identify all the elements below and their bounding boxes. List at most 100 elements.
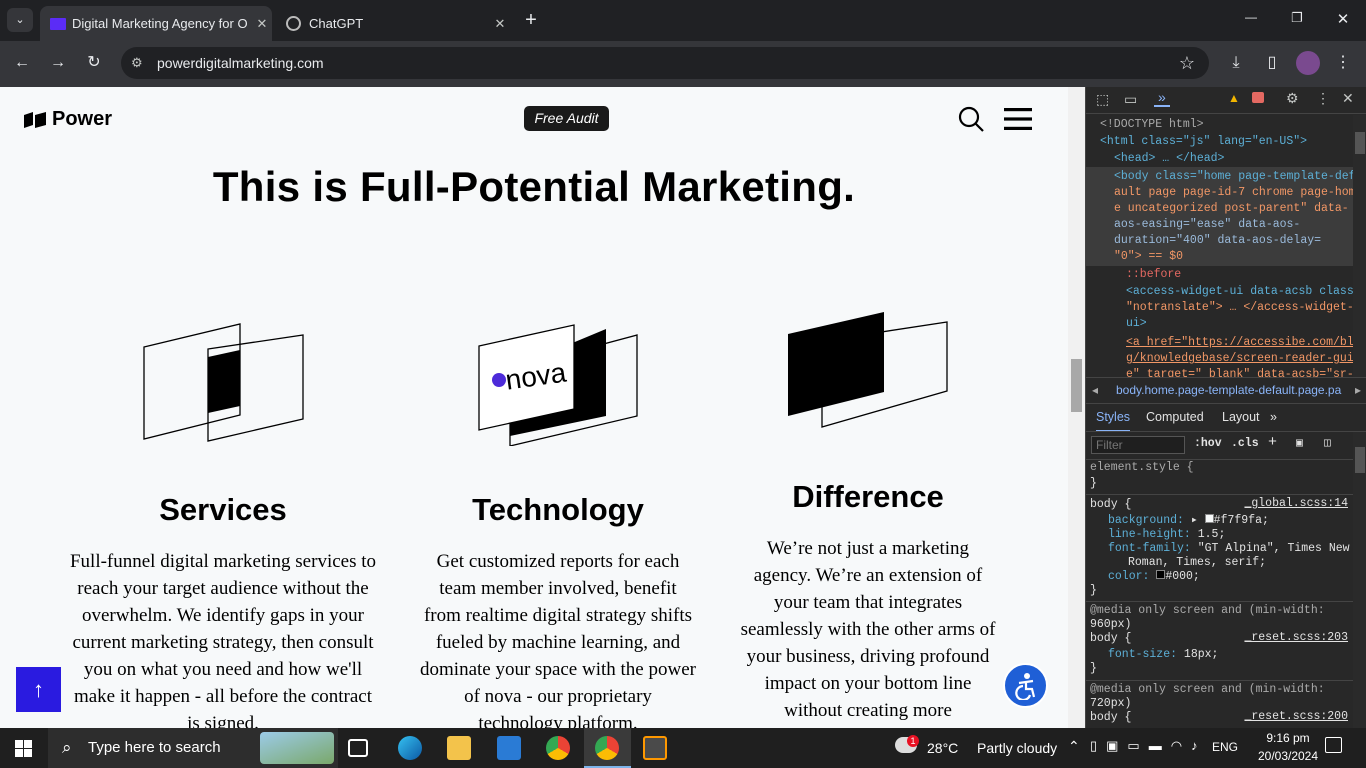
tab-power[interactable]: Digital Marketing Agency for O ✕ <box>40 6 272 41</box>
error-icon[interactable] <box>1252 92 1264 103</box>
windows-taskbar: ⌕ Type here to search 1 28°C Partly clou… <box>0 728 1366 768</box>
taskbar-search-input[interactable]: ⌕ Type here to search <box>48 728 338 768</box>
styles-filter-input[interactable] <box>1091 436 1185 454</box>
mail-icon[interactable] <box>497 736 521 760</box>
dom-head[interactable]: <head> … </head> <box>1114 151 1224 168</box>
menu-kebab-icon[interactable]: ⋮ <box>1331 51 1355 75</box>
css-rule-selector[interactable]: body { <box>1090 497 1131 514</box>
dom-a-line: e" target="_blank" data-acsb="sr-t <box>1126 368 1361 377</box>
maximize-button[interactable]: ❐ <box>1286 10 1308 26</box>
close-window-button[interactable]: ✕ <box>1332 10 1354 28</box>
clock-date[interactable]: 20/03/2024 <box>1249 749 1327 763</box>
download-icon[interactable]: ⤓ <box>1224 51 1248 75</box>
file-explorer-icon[interactable] <box>447 736 471 760</box>
dom-scrollbar[interactable] <box>1353 115 1366 377</box>
css-rule-selector[interactable]: body { <box>1090 710 1131 727</box>
reload-button[interactable]: ↻ <box>82 51 106 75</box>
page-scrollbar-thumb[interactable] <box>1071 359 1082 412</box>
cls-toggle[interactable]: .cls <box>1231 437 1259 450</box>
clock-time[interactable]: 9:16 pm <box>1255 731 1321 745</box>
tab-chatgpt[interactable]: ChatGPT ✕ <box>278 6 510 41</box>
sublime-text-icon[interactable] <box>643 736 667 760</box>
forward-button[interactable]: → <box>46 51 70 75</box>
chevron-left-icon[interactable]: ◂ <box>1092 379 1098 401</box>
difference-illustration <box>788 312 948 428</box>
chrome-profile-icon <box>595 736 619 760</box>
scroll-to-top-button[interactable]: ↑ <box>16 667 61 712</box>
dom-a-line[interactable]: <a href="https://accessibe.com/blo <box>1126 335 1361 352</box>
dom-body-line: "0"> == $0 <box>1114 250 1184 263</box>
css-source-link[interactable]: _global.scss:14 <box>1244 497 1348 510</box>
chatgpt-icon <box>286 16 301 31</box>
side-panel-icon[interactable]: ▯ <box>1260 51 1284 75</box>
sidebar-toggle-icon[interactable]: ◫ <box>1324 435 1331 450</box>
task-view-icon[interactable] <box>348 739 368 757</box>
difference-text: We’re not just a marketing agency. We’re… <box>740 538 996 721</box>
power-favicon-icon <box>50 17 66 30</box>
devtools-close-icon[interactable]: ✕ <box>1342 90 1354 107</box>
tray-icons[interactable]: ▯▣▭▬◠♪ <box>1090 738 1207 754</box>
paint-icon[interactable]: ▣ <box>1296 435 1303 450</box>
back-button[interactable]: ← <box>10 51 34 75</box>
close-icon[interactable]: ✕ <box>252 16 272 32</box>
minimize-button[interactable]: — <box>1240 10 1262 24</box>
address-bar[interactable]: ⚙ powerdigitalmarketing.com ☆ <box>121 47 1209 79</box>
web-page: Power Free Audit This is Full-Potential … <box>0 87 1085 728</box>
tab-search-button[interactable]: ⌄ <box>7 8 33 32</box>
css-rule-selector[interactable]: element.style { <box>1090 460 1194 477</box>
device-toggle-icon[interactable]: ▭ <box>1124 91 1137 108</box>
close-icon[interactable]: ✕ <box>490 16 510 32</box>
weather-badge: 1 <box>907 735 919 747</box>
more-tabs-icon[interactable]: » <box>1270 404 1277 430</box>
add-rule-icon[interactable]: + <box>1268 434 1277 451</box>
tab-computed[interactable]: Computed <box>1146 404 1204 430</box>
edge-icon[interactable] <box>398 736 422 760</box>
css-source-link[interactable]: _reset.scss:200 <box>1244 710 1348 723</box>
search-icon[interactable] <box>958 106 984 137</box>
accessibility-icon <box>1014 672 1035 700</box>
technology-title: Technology <box>472 492 644 527</box>
weather-widget[interactable]: 1 28°C Partly cloudy <box>893 728 1057 768</box>
chevron-right-icon[interactable]: ▸ <box>1355 379 1361 401</box>
breadcrumb[interactable]: ◂ body.home.page-template-default.page.p… <box>1086 379 1366 401</box>
devtools-menu-icon[interactable]: ⋮ <box>1316 90 1330 107</box>
dom-before[interactable]: ::before <box>1126 267 1181 284</box>
css-rule-close: } <box>1090 584 1097 597</box>
dom-doctype[interactable]: <!DOCTYPE html> <box>1100 117 1204 134</box>
site-info-icon[interactable]: ⚙ <box>131 47 143 79</box>
new-tab-button[interactable]: + <box>520 7 542 33</box>
inspect-icon[interactable]: ⬚ <box>1096 91 1109 108</box>
chevron-up-icon[interactable]: ⌃ <box>1068 738 1080 755</box>
search-placeholder: Type here to search <box>88 739 221 756</box>
accessibility-button[interactable] <box>1003 663 1048 708</box>
free-audit-button[interactable]: Free Audit <box>524 106 609 131</box>
css-prop[interactable]: color: #000; <box>1108 569 1200 586</box>
css-source-link[interactable]: _reset.scss:203 <box>1244 631 1348 644</box>
star-icon[interactable]: ☆ <box>1179 47 1195 79</box>
language-indicator[interactable]: ENG <box>1212 740 1238 754</box>
chrome-active-button[interactable] <box>584 728 631 768</box>
dom-access-line[interactable]: <access-widget-ui data-acsb class= <box>1126 284 1361 301</box>
site-logo[interactable]: Power <box>24 108 112 131</box>
logo-text: Power <box>52 108 113 130</box>
styles-scrollbar[interactable] <box>1353 432 1366 728</box>
css-rule-selector[interactable]: body { <box>1090 631 1131 648</box>
css-prop[interactable]: font-size: 18px; <box>1108 647 1218 664</box>
hamburger-menu-icon[interactable] <box>1004 107 1032 136</box>
profile-avatar[interactable] <box>1296 51 1320 75</box>
windows-start-icon[interactable] <box>15 740 32 757</box>
chrome-icon[interactable] <box>546 736 570 760</box>
services-title: Services <box>159 492 287 527</box>
services-illustration <box>143 323 304 442</box>
more-panels-icon[interactable]: » <box>1154 89 1170 107</box>
warning-icon[interactable]: ▲ <box>1228 91 1240 105</box>
css-rule-close: } <box>1090 662 1097 675</box>
tab-layout[interactable]: Layout <box>1222 404 1260 430</box>
dom-html[interactable]: <html class="js" lang="en-US"> <box>1100 134 1307 151</box>
notification-icon[interactable] <box>1325 737 1342 753</box>
tab-title: Digital Marketing Agency for O <box>72 16 248 31</box>
hov-toggle[interactable]: :hov <box>1194 437 1222 450</box>
settings-gear-icon[interactable]: ⚙ <box>1286 90 1299 107</box>
dom-body-line: e uncategorized post-parent" data- <box>1114 202 1349 215</box>
tab-styles[interactable]: Styles <box>1096 404 1131 432</box>
